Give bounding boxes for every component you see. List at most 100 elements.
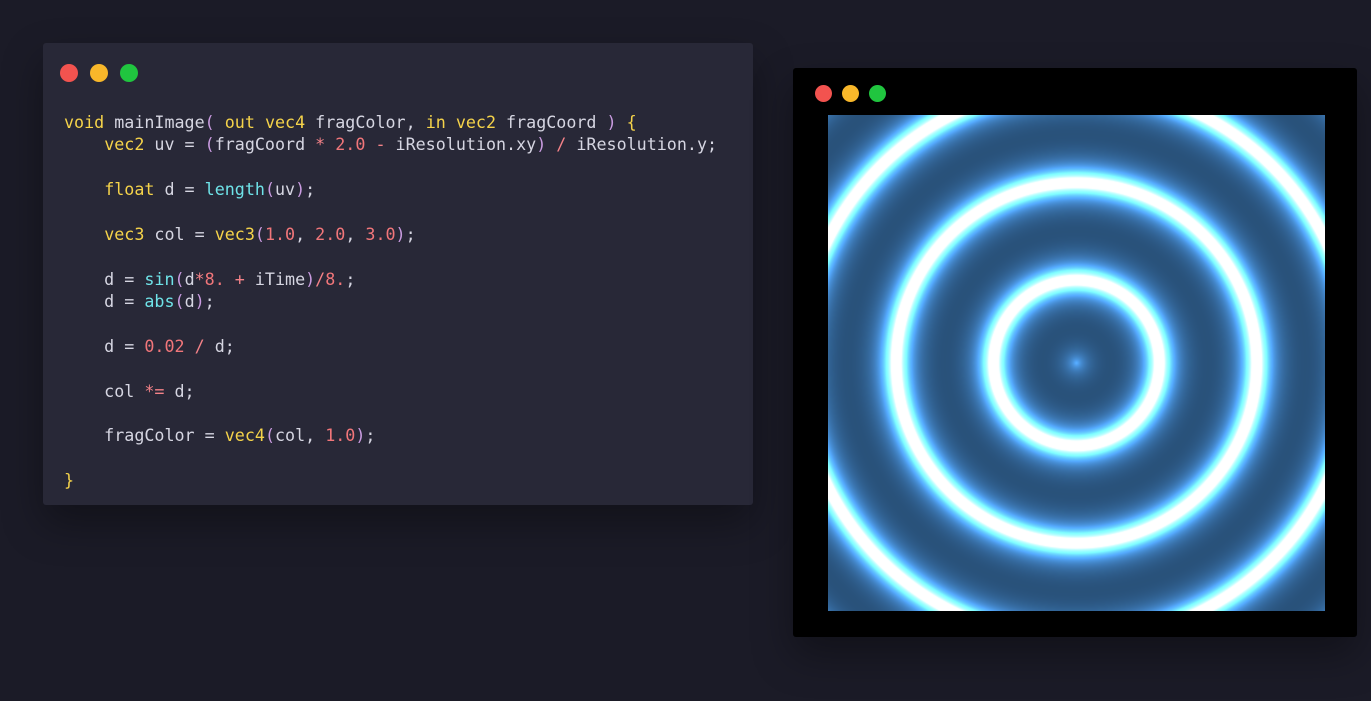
code-token: 1.0	[264, 223, 296, 244]
code-token: /	[194, 335, 205, 356]
code-token: /	[556, 134, 567, 155]
code-token: vec2	[104, 134, 145, 155]
code-token: (	[264, 425, 275, 446]
code-token: 8.	[204, 268, 225, 289]
code-token: *	[315, 134, 326, 155]
code-line: d = sin(d*8. + iTime)/8.;	[64, 268, 717, 290]
code-token: (	[204, 112, 215, 132]
code-token: d;	[164, 380, 195, 401]
code-window-traffic-lights	[60, 64, 138, 82]
shader-preview-window	[793, 68, 1357, 637]
code-token: )	[355, 425, 366, 446]
code-line: vec3 col = vec3(1.0, 2.0, 3.0);	[64, 223, 717, 245]
code-token: }	[64, 470, 75, 491]
code-token: )	[536, 134, 547, 155]
code-token: ;	[345, 268, 356, 289]
code-token: vec3	[214, 223, 255, 244]
code-token: +	[234, 268, 245, 289]
code-token: )	[606, 112, 617, 132]
code-token: vec4	[224, 425, 265, 446]
code-token: 3.0	[365, 223, 396, 244]
code-token: )	[295, 179, 306, 200]
close-button[interactable]	[60, 64, 78, 82]
code-token: (	[204, 134, 215, 155]
code-token: ,	[345, 223, 366, 244]
code-token: void	[64, 112, 105, 132]
code-token: col	[64, 380, 145, 401]
code-token: )	[305, 268, 316, 289]
code-token: ;	[405, 223, 416, 244]
code-token: 2.0	[335, 134, 366, 155]
code-token: *	[194, 268, 205, 289]
code-token: d	[184, 291, 195, 312]
preview-window-traffic-lights	[815, 85, 886, 102]
code-token: d	[184, 268, 195, 289]
code-token: ;	[365, 425, 376, 446]
minimize-button[interactable]	[90, 64, 108, 82]
code-token: /	[315, 268, 326, 289]
code-token: 1.0	[325, 425, 356, 446]
code-token: iTime	[244, 268, 306, 289]
code-token: in	[425, 112, 446, 132]
code-line: vec2 uv = (fragCoord * 2.0 - iResolution…	[64, 133, 717, 155]
code-token: vec3	[104, 223, 145, 244]
stage: void mainImage( out vec4 fragColor, in v…	[0, 0, 1371, 701]
code-token: sin	[144, 268, 175, 289]
code-line: d = abs(d);	[64, 290, 717, 312]
code-line: d = 0.02 / d;	[64, 335, 717, 357]
code-line: float d = length(uv);	[64, 178, 717, 200]
code-token: ;	[305, 179, 316, 200]
minimize-button[interactable]	[842, 85, 859, 102]
code-token: mainImage	[104, 112, 205, 132]
code-line: }	[64, 469, 717, 491]
code-token: vec4	[264, 112, 306, 132]
code-token: col,	[274, 425, 326, 446]
code-token: d;	[204, 335, 235, 356]
code-line: fragColor = vec4(col, 1.0);	[64, 424, 717, 446]
code-token: (	[174, 268, 185, 289]
code-token: d =	[64, 268, 145, 289]
code-token: ;	[204, 291, 215, 312]
code-token: out	[224, 112, 255, 132]
code-token: -	[375, 134, 386, 155]
code-token: (	[264, 179, 275, 200]
shader-code[interactable]: void mainImage( out vec4 fragColor, in v…	[64, 111, 717, 492]
code-editor-window: void mainImage( out vec4 fragColor, in v…	[43, 43, 753, 505]
code-token: *=	[144, 380, 165, 401]
code-token: col =	[144, 223, 215, 244]
maximize-button[interactable]	[869, 85, 886, 102]
code-token: ,	[295, 223, 316, 244]
code-token: fragColor =	[64, 425, 225, 446]
maximize-button[interactable]	[120, 64, 138, 82]
code-token: uv	[274, 179, 296, 200]
code-token: (	[174, 291, 185, 312]
code-token: float	[104, 179, 155, 200]
code-token: fragColor,	[305, 112, 426, 132]
code-token: abs	[144, 291, 175, 312]
shader-output-canvas	[828, 115, 1325, 611]
code-token: d =	[154, 179, 205, 200]
code-token: iResolution.y;	[566, 134, 718, 155]
code-token: )	[194, 291, 205, 312]
code-token: length	[204, 179, 265, 200]
close-button[interactable]	[815, 85, 832, 102]
code-token: uv =	[144, 134, 205, 155]
